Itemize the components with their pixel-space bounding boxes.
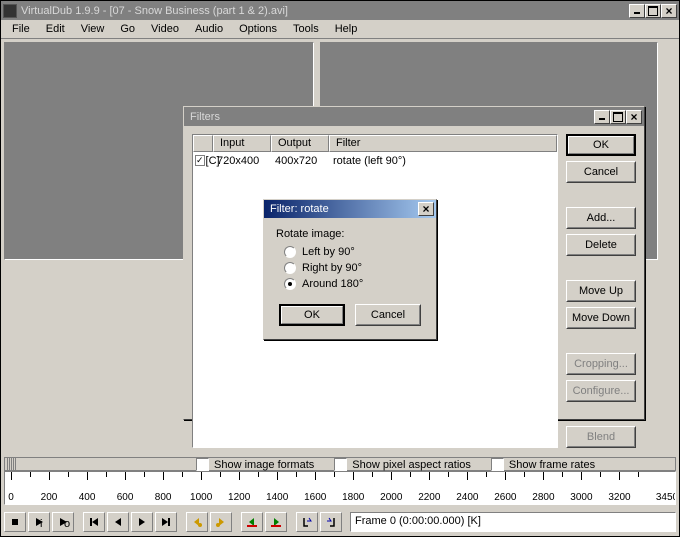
filters-minimize-button[interactable] bbox=[594, 110, 610, 124]
scene-prev-button[interactable] bbox=[241, 512, 263, 532]
filters-movedown-button[interactable]: Move Down bbox=[566, 307, 636, 329]
filters-maximize-button[interactable] bbox=[610, 110, 626, 124]
window-controls bbox=[629, 4, 677, 18]
rotate-cancel-button[interactable]: Cancel bbox=[355, 304, 421, 326]
filters-add-button[interactable]: Add... bbox=[566, 207, 636, 229]
menu-video[interactable]: Video bbox=[144, 21, 186, 37]
seek-back-button[interactable] bbox=[107, 512, 129, 532]
menu-file[interactable]: File bbox=[5, 21, 37, 37]
rotate-left-option[interactable]: Left by 90° bbox=[284, 244, 424, 260]
rotate-title: Filter: rotate bbox=[266, 203, 418, 215]
filters-side-buttons: OK Cancel Add... Delete Move Up Move Dow… bbox=[566, 134, 636, 448]
stop-button[interactable] bbox=[4, 512, 26, 532]
play-input-button[interactable]: i bbox=[28, 512, 50, 532]
menu-go[interactable]: Go bbox=[113, 21, 142, 37]
menu-help[interactable]: Help bbox=[328, 21, 365, 37]
filters-ok-button[interactable]: OK bbox=[566, 134, 636, 156]
key-next-button[interactable] bbox=[210, 512, 232, 532]
minimize-button[interactable] bbox=[629, 4, 645, 18]
svg-text:i: i bbox=[40, 518, 42, 529]
menu-options[interactable]: Options bbox=[232, 21, 284, 37]
rotate-ok-button[interactable]: OK bbox=[279, 304, 345, 326]
seek-start-button[interactable] bbox=[83, 512, 105, 532]
menubar: File Edit View Go Video Audio Options To… bbox=[1, 20, 679, 39]
mark-in-button[interactable] bbox=[296, 512, 318, 532]
filter-output-size: 400x720 bbox=[271, 155, 329, 167]
key-prev-button[interactable] bbox=[186, 512, 208, 532]
filters-cancel-button[interactable]: Cancel bbox=[566, 161, 636, 183]
filter-input-size: 720x400 bbox=[213, 155, 271, 167]
menu-tools[interactable]: Tools bbox=[286, 21, 326, 37]
main-window-title: VirtualDub 1.9.9 - [07 - Snow Business (… bbox=[21, 5, 629, 17]
filters-cropping-button[interactable]: Cropping... bbox=[566, 353, 636, 375]
transport-toolbar: i o Frame 0 (0:00:00.000) [K] bbox=[4, 510, 676, 533]
scene-next-button[interactable] bbox=[265, 512, 287, 532]
filters-titlebar: Filters bbox=[184, 107, 644, 126]
filters-view-options: Show image formats Show pixel aspect rat… bbox=[192, 456, 636, 473]
ruler-scale[interactable]: 0200400600800100012001400160018002000220… bbox=[4, 471, 676, 505]
col-output[interactable]: Output bbox=[271, 135, 329, 152]
rotate-dialog: Filter: rotate Rotate image: Left by 90°… bbox=[263, 199, 437, 340]
maximize-button[interactable] bbox=[645, 4, 661, 18]
main-titlebar: VirtualDub 1.9.9 - [07 - Snow Business (… bbox=[1, 1, 679, 20]
svg-text:o: o bbox=[64, 518, 70, 529]
filters-blend-button[interactable]: Blend bbox=[566, 426, 636, 448]
rotate-right-option[interactable]: Right by 90° bbox=[284, 260, 424, 276]
col-filter[interactable]: Filter bbox=[329, 135, 557, 152]
seek-forward-button[interactable] bbox=[131, 512, 153, 532]
filter-name: rotate (left 90°) bbox=[329, 155, 555, 167]
filter-row[interactable]: ✓[C] 720x400 400x720 rotate (left 90°) bbox=[193, 152, 557, 169]
seek-end-button[interactable] bbox=[155, 512, 177, 532]
filters-title: Filters bbox=[186, 111, 594, 123]
app-icon bbox=[3, 4, 17, 18]
col-input[interactable]: Input bbox=[213, 135, 271, 152]
filter-list-header: Input Output Filter bbox=[193, 135, 557, 152]
rotate-close-button[interactable] bbox=[418, 202, 434, 216]
col-check[interactable] bbox=[193, 135, 213, 152]
menu-audio[interactable]: Audio bbox=[188, 21, 230, 37]
play-output-button[interactable]: o bbox=[52, 512, 74, 532]
filter-enabled-checkbox[interactable]: ✓ bbox=[195, 155, 205, 166]
frame-status: Frame 0 (0:00:00.000) [K] bbox=[350, 512, 676, 532]
mark-out-button[interactable] bbox=[320, 512, 342, 532]
menu-view[interactable]: View bbox=[74, 21, 112, 37]
show-pixel-aspect-check[interactable]: Show pixel aspect ratios bbox=[334, 458, 471, 471]
show-image-formats-check[interactable]: Show image formats bbox=[196, 458, 314, 471]
filters-moveup-button[interactable]: Move Up bbox=[566, 280, 636, 302]
rotate-group-label: Rotate image: bbox=[276, 228, 424, 240]
menu-edit[interactable]: Edit bbox=[39, 21, 72, 37]
close-button[interactable] bbox=[661, 4, 677, 18]
filters-configure-button[interactable]: Configure... bbox=[566, 380, 636, 402]
show-frame-rates-check[interactable]: Show frame rates bbox=[491, 458, 595, 471]
rotate-options: Left by 90° Right by 90° Around 180° bbox=[284, 244, 424, 292]
rotate-titlebar: Filter: rotate bbox=[264, 200, 436, 218]
grip-icon bbox=[7, 458, 16, 470]
filters-close-button[interactable] bbox=[626, 110, 642, 124]
rotate-180-option[interactable]: Around 180° bbox=[284, 276, 424, 292]
filters-delete-button[interactable]: Delete bbox=[566, 234, 636, 256]
